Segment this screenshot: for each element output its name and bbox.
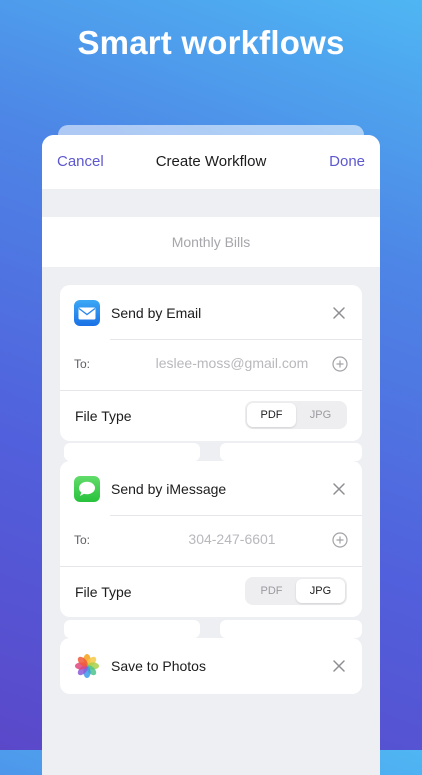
- action-title: Save to Photos: [111, 658, 206, 674]
- headline: Smart workflows: [77, 24, 345, 61]
- close-icon[interactable]: [332, 306, 346, 320]
- close-icon[interactable]: [332, 659, 346, 673]
- message-icon: [74, 476, 100, 502]
- connector: [64, 443, 200, 461]
- send-by-email-card: Send by Email To: File Type PDF JPG: [60, 285, 362, 441]
- send-by-imessage-card: Send by iMessage To: File Type PDF JPG: [60, 461, 362, 617]
- card-header: Send by Email: [60, 285, 362, 339]
- save-to-photos-card: Save to Photos: [60, 638, 362, 694]
- workflow-name-input[interactable]: [73, 233, 349, 251]
- file-type-pdf-option[interactable]: PDF: [247, 403, 296, 427]
- file-type-segmented-control: PDF JPG: [245, 401, 347, 429]
- connector: [220, 620, 362, 638]
- file-type-label: File Type: [75, 408, 132, 424]
- navbar: Cancel Create Workflow Done: [42, 135, 380, 189]
- close-icon[interactable]: [332, 482, 346, 496]
- file-type-label: File Type: [75, 584, 132, 600]
- file-type-row: File Type PDF JPG: [60, 566, 362, 617]
- card-header: Send by iMessage: [60, 461, 362, 515]
- create-workflow-sheet: Cancel Create Workflow Done Send by Emai…: [42, 135, 380, 775]
- recipient-row: To:: [74, 515, 362, 566]
- workflow-name-field[interactable]: [42, 217, 380, 267]
- email-recipient-input[interactable]: [130, 354, 334, 372]
- file-type-jpg-option[interactable]: JPG: [296, 579, 345, 603]
- file-type-pdf-option[interactable]: PDF: [247, 579, 296, 603]
- add-recipient-icon[interactable]: [332, 532, 348, 548]
- done-button[interactable]: Done: [329, 153, 365, 170]
- file-type-segmented-control: PDF JPG: [245, 577, 347, 605]
- file-type-jpg-option[interactable]: JPG: [296, 403, 345, 427]
- connector: [220, 443, 362, 461]
- file-type-row: File Type PDF JPG: [60, 390, 362, 441]
- action-title: Send by Email: [111, 305, 202, 321]
- to-label: To:: [74, 533, 91, 547]
- recipient-row: To:: [74, 339, 362, 390]
- card-header: Save to Photos: [60, 638, 362, 692]
- connector: [64, 620, 200, 638]
- phone-recipient-input[interactable]: [130, 530, 334, 548]
- add-recipient-icon[interactable]: [332, 356, 348, 372]
- mail-icon: [74, 300, 100, 326]
- to-label: To:: [74, 357, 91, 371]
- photos-icon: [74, 653, 100, 679]
- action-title: Send by iMessage: [111, 481, 227, 497]
